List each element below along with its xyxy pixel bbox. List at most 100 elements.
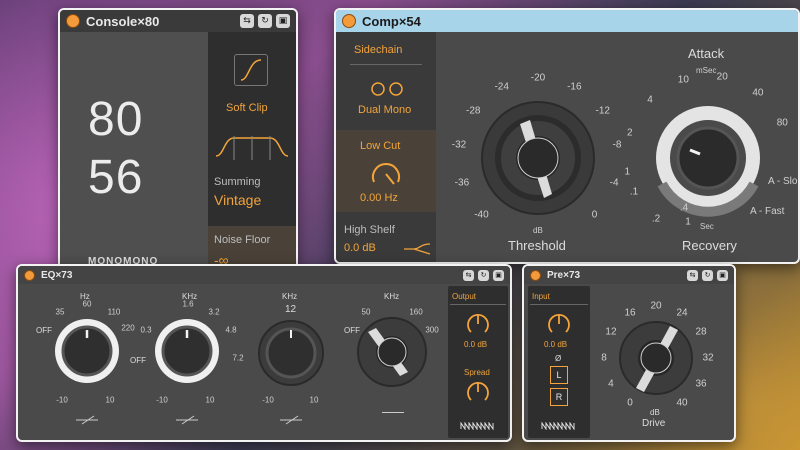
console-value-top: 80 (88, 93, 144, 146)
drive-tick: 32 (702, 352, 714, 364)
dual-mono-icon (371, 82, 403, 96)
divider (450, 304, 506, 305)
left-channel-button[interactable]: L (550, 366, 568, 384)
band3-gain-min: -10 (262, 395, 274, 405)
band2-filter-icon (176, 415, 198, 425)
drive-tick: 4 (608, 378, 614, 390)
console-display: 80 56 MONOMONO (60, 32, 208, 268)
right-channel-button[interactable]: R (550, 388, 568, 406)
noise-floor-label: Noise Floor (214, 234, 271, 246)
threshold-tick: -32 (451, 139, 467, 151)
band2-tick: 3.2 (208, 307, 220, 317)
band2-off: OFF (130, 356, 146, 365)
refresh-icon[interactable]: ↻ (478, 269, 489, 281)
device-fold-button[interactable] (24, 269, 35, 281)
band1-tick: 220 (121, 323, 135, 333)
drive-tick: 20 (650, 300, 662, 312)
drive-tick: 36 (695, 378, 707, 390)
low-cut-label: Low Cut (360, 140, 401, 152)
band2-tick: 0.3 (140, 325, 152, 335)
soft-clip-curve-icon (240, 59, 262, 81)
drive-tick: 12 (605, 326, 617, 338)
threshold-tick: -20 (530, 72, 546, 84)
recovery-tick: .1 (629, 186, 639, 198)
divider (530, 304, 588, 305)
attack-tick: 20 (716, 71, 728, 83)
high-shelf-value[interactable]: 0.0 dB (344, 242, 376, 254)
refresh-icon[interactable]: ↻ (258, 14, 272, 28)
high-shelf-label: High Shelf (344, 224, 395, 236)
hot-swap-icon[interactable]: ⇆ (463, 269, 474, 281)
auto-slow-label: A - Slo (768, 176, 798, 187)
dual-mono-label: Dual Mono (358, 104, 412, 116)
threshold-unit: dB (533, 226, 543, 235)
hot-swap-icon[interactable]: ⇆ (240, 14, 254, 28)
eq-wave-icon (460, 422, 494, 430)
output-knob[interactable] (466, 312, 490, 336)
device-title: Pre×73 (547, 269, 581, 281)
drive-tick: 16 (624, 307, 636, 319)
drive-tick: 8 (601, 352, 607, 364)
band3-knob[interactable] (256, 318, 326, 388)
device-title: Console×80 (86, 13, 160, 29)
band3-filter-icon (280, 415, 302, 425)
input-knob[interactable] (547, 312, 571, 336)
console-sidebar: Soft Clip Summing Vintage Noise Floor -∞ (208, 32, 296, 268)
band4-knob[interactable] (352, 312, 432, 392)
drive-tick: 28 (695, 326, 707, 338)
save-icon[interactable]: ▣ (717, 269, 728, 281)
band2-tick: 4.8 (225, 325, 237, 335)
attack-label: Attack (688, 46, 725, 61)
eq-output-section: Output 0.0 dB Spread (448, 286, 508, 438)
eq-device: EQ×73 ⇆ ↻ ▣ Hz OFF 35 60 110 220 -10 10 … (16, 264, 512, 442)
hot-swap-icon[interactable]: ⇆ (687, 269, 698, 281)
band2-knob[interactable] (152, 316, 222, 386)
input-value: 0.0 dB (544, 340, 568, 349)
drive-tick: 24 (676, 307, 688, 319)
console-title-bar: Console×80 ⇆ ↻ ▣ (60, 10, 296, 32)
band3-gain-max: 10 (309, 395, 319, 405)
pre-wave-icon (541, 422, 575, 430)
drive-knob[interactable] (608, 310, 704, 406)
band1-gain-max: 10 (105, 395, 115, 405)
threshold-tick: -4 (609, 177, 619, 189)
threshold-label: Threshold (508, 238, 566, 253)
attack-tick: 1 (624, 166, 631, 178)
refresh-icon[interactable]: ↻ (702, 269, 713, 281)
attack-tick: 40 (752, 87, 764, 99)
attack-tick: 4 (647, 94, 653, 106)
spread-label: Spread (464, 368, 490, 377)
save-icon[interactable]: ▣ (276, 14, 290, 28)
band2-tick: 1.6 (182, 299, 194, 309)
low-cut-knob[interactable] (366, 156, 406, 188)
attack-tick: 10 (677, 74, 689, 86)
drive-tick: 40 (676, 397, 688, 409)
low-cut-value: 0.00 Hz (360, 192, 398, 204)
low-cut-section: Low Cut 0.00 Hz (336, 130, 436, 212)
band1-knob[interactable] (52, 316, 122, 386)
band1-gain-min: -10 (56, 395, 68, 405)
device-fold-button[interactable] (530, 269, 541, 281)
band4-tick: 50 (361, 307, 371, 317)
threshold-tick: -36 (454, 177, 470, 189)
summing-value[interactable]: Vintage (214, 192, 261, 208)
dual-mono-button[interactable] (370, 80, 404, 98)
device-fold-button[interactable] (66, 14, 80, 28)
soft-clip-label: Soft Clip (226, 102, 268, 114)
summing-label: Summing (214, 176, 261, 188)
band3-unit: KHz (282, 292, 298, 301)
attack-tick: 80 (776, 117, 788, 129)
soft-clip-button[interactable] (234, 54, 268, 86)
spread-knob[interactable] (466, 380, 490, 404)
band2-tick: 7.2 (232, 353, 244, 363)
band2-gain-min: -10 (156, 395, 168, 405)
recovery-tick: 1 (685, 216, 691, 228)
band1-tick: 60 (82, 299, 92, 309)
device-fold-button[interactable] (342, 14, 356, 28)
threshold-tick: -40 (474, 209, 489, 221)
save-icon[interactable]: ▣ (493, 269, 504, 281)
pre-title-bar: Pre×73 ⇆ ↻ ▣ (524, 266, 734, 284)
sidechain-label: Sidechain (354, 44, 403, 56)
band1-off: OFF (36, 326, 52, 335)
drive-label: Drive (642, 418, 666, 429)
